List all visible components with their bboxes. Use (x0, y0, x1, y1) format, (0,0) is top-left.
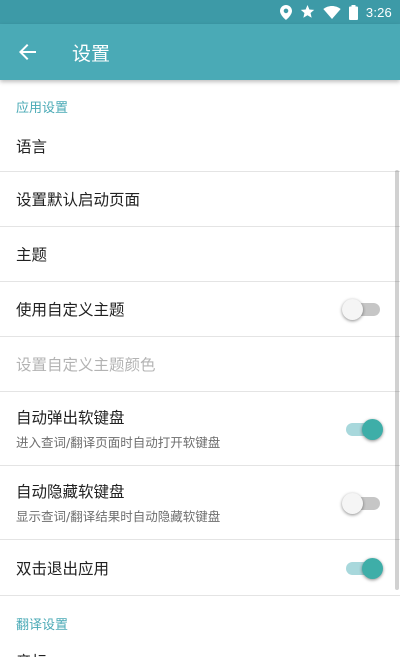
arrow-left-icon (19, 44, 36, 60)
section-header-translation: 翻译设置 (0, 595, 400, 640)
setting-custom-theme-color: 设置自定义主题颜色 (0, 337, 400, 392)
setting-title: 自动隐藏软键盘 (16, 483, 125, 501)
setting-title: 双击退出应用 (16, 559, 110, 578)
app-bar: 设置 (0, 24, 400, 80)
setting-double-tap-exit[interactable]: 双击退出应用 (0, 540, 400, 595)
auto-show-keyboard-switch[interactable] (344, 417, 384, 441)
back-button[interactable] (0, 24, 56, 80)
setting-title: 使用自定义主题 (16, 301, 125, 319)
page-title: 设置 (72, 42, 111, 65)
setting-use-custom-theme[interactable]: 使用自定义主题 (0, 282, 400, 337)
star-icon (300, 5, 315, 19)
setting-phonetic[interactable]: 音标 (0, 640, 400, 657)
setting-auto-show-keyboard[interactable]: 自动弹出软键盘 进入查词/翻译页面时自动打开软键盘 (0, 392, 400, 466)
setting-title: 自动弹出软键盘 (16, 409, 125, 427)
scrollbar[interactable] (395, 170, 399, 590)
setting-title: 音标 (16, 650, 384, 657)
setting-language[interactable]: 语言 (0, 120, 400, 172)
setting-default-start-page[interactable]: 设置默认启动页面 (0, 172, 400, 227)
status-bar: 3:26 (0, 0, 400, 24)
setting-subtitle: 显示查词/翻译结果时自动隐藏软键盘 (16, 509, 221, 524)
setting-auto-hide-keyboard[interactable]: 自动隐藏软键盘 显示查词/翻译结果时自动隐藏软键盘 (0, 466, 400, 540)
setting-title: 语言 (16, 137, 48, 156)
setting-title: 主题 (16, 246, 48, 264)
setting-subtitle: 进入查词/翻译页面时自动打开软键盘 (16, 435, 221, 450)
section-header-app: 应用设置 (16, 101, 69, 116)
custom-theme-switch[interactable] (342, 297, 384, 321)
setting-title: 设置自定义主题颜色 (16, 356, 156, 374)
setting-title: 设置默认启动页面 (16, 191, 141, 209)
settings-list[interactable]: 应用设置 语言 设置默认启动页面 主题 使用自定义主题 设置自定义主题颜色 自动… (0, 80, 400, 657)
wifi-icon (323, 5, 341, 19)
double-tap-exit-switch[interactable] (344, 556, 384, 580)
setting-theme[interactable]: 主题 (0, 227, 400, 282)
status-time: 3:26 (365, 4, 392, 20)
location-icon (279, 4, 292, 20)
battery-icon (348, 4, 358, 20)
auto-hide-keyboard-switch[interactable] (342, 491, 384, 515)
